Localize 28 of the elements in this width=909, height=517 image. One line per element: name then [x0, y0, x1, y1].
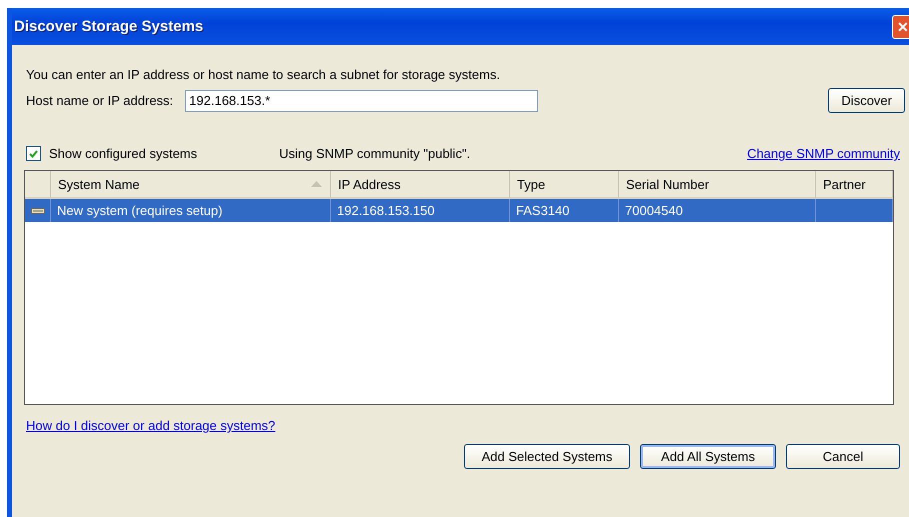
row-icon-cell[interactable] [25, 199, 51, 222]
change-snmp-link[interactable]: Change SNMP community [747, 146, 900, 161]
discover-button[interactable]: Discover [828, 88, 905, 113]
close-button[interactable]: ✕ [892, 14, 909, 38]
host-label: Host name or IP address: [26, 93, 174, 108]
column-header[interactable]: Type [510, 171, 619, 199]
show-configured-checkbox[interactable] [26, 146, 41, 161]
table-cell: New system (requires setup) [51, 199, 331, 222]
column-header[interactable]: System Name [51, 171, 331, 199]
table-cell: 192.168.153.150 [331, 199, 510, 222]
dialog-button[interactable]: Add Selected Systems [464, 444, 630, 469]
dialog-button[interactable]: Cancel [786, 444, 900, 469]
snmp-note: Using SNMP community "public". [279, 146, 470, 161]
instruction-text: You can enter an IP address or host name to search a subnet for storage systems. [26, 67, 502, 82]
help-link[interactable]: How do I discover or add storage systems? [26, 418, 276, 433]
dialog-button[interactable]: Add All Systems [640, 444, 776, 469]
storage-device-icon [31, 208, 45, 214]
host-input-field[interactable]: 192.168.153.* [185, 90, 538, 112]
table-cell: 70004540 [619, 199, 816, 222]
column-header[interactable]: IP Address [331, 171, 510, 199]
show-configured-label: Show configured systems [49, 146, 198, 161]
table-cell: FAS3140 [510, 199, 619, 222]
column-header[interactable]: Serial Number [619, 171, 816, 199]
window-title: Discover Storage Systems [14, 18, 204, 35]
header-cell [25, 171, 51, 199]
checkmark-icon [29, 150, 38, 158]
column-header[interactable]: Partner [816, 171, 893, 199]
sort-up-icon [311, 181, 322, 187]
